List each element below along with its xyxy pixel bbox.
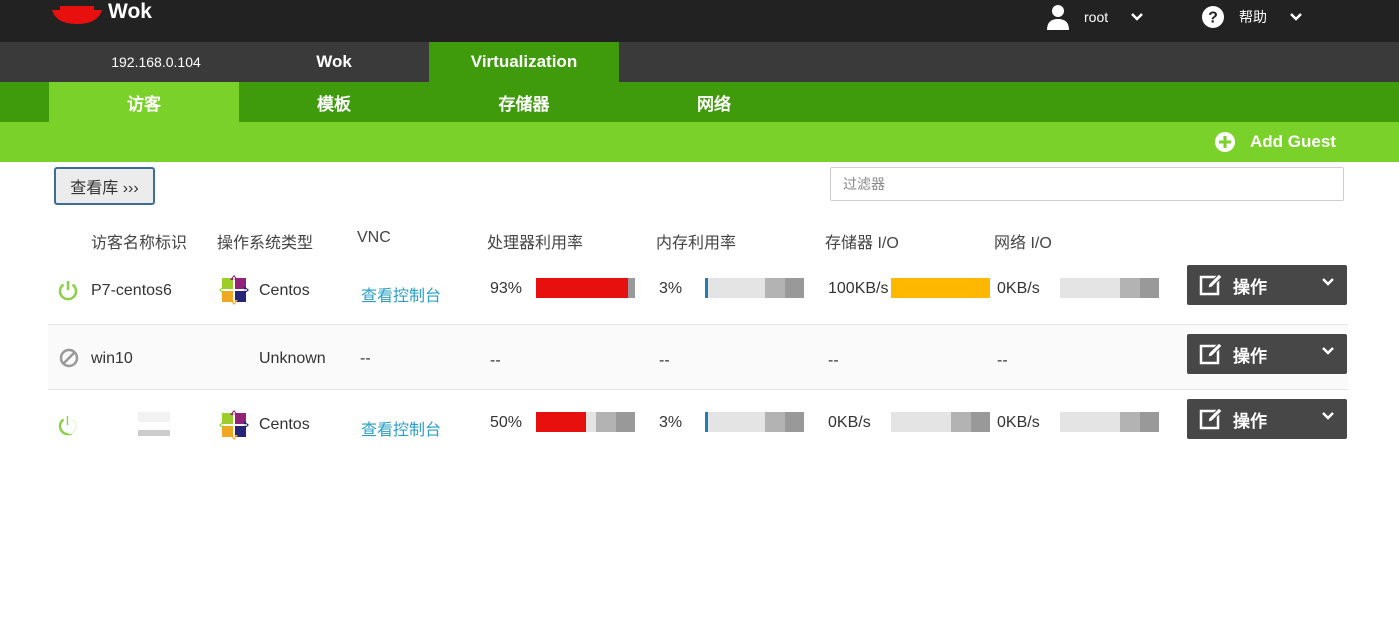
header-os-type[interactable]: 操作系统类型: [217, 229, 313, 253]
storage-io-value: --: [828, 352, 839, 369]
os-type: Centos: [259, 282, 310, 299]
add-guest-button[interactable]: Add Guest: [1214, 122, 1336, 162]
guest-name[interactable]: win10: [91, 350, 133, 368]
guest-name[interactable]: P7-centos6: [91, 282, 172, 300]
memory-value: 3%: [659, 280, 683, 297]
tab-guests[interactable]: 访客: [49, 82, 239, 122]
plus-circle-icon: [1215, 132, 1235, 152]
table-row: Centos 查看控制台 50% 3% 0KB/s 0KB/s 操作: [48, 392, 1348, 458]
action-bar: Add Guest: [0, 122, 1399, 162]
cpu-value: 50%: [490, 414, 523, 431]
wok-logo[interactable]: Wok: [52, 0, 152, 26]
cpu-bar: [536, 412, 635, 432]
edit-icon: [1199, 273, 1223, 296]
chevron-down-icon: [1290, 13, 1302, 21]
network-io-bar: [1060, 412, 1159, 432]
help-menu[interactable]: ? 帮助: [1201, 4, 1303, 30]
memory-value: 3%: [659, 414, 683, 431]
tab-network[interactable]: 网络: [619, 82, 809, 122]
network-io-value: 0KB/s: [997, 280, 1040, 297]
cpu-value: 93%: [490, 280, 523, 297]
top-bar: Wok root ? 帮助: [0, 0, 1399, 42]
redaction-block: [138, 412, 170, 422]
actions-label: 操作: [1233, 411, 1267, 431]
user-icon: [1047, 5, 1069, 30]
chevron-down-icon: [1322, 412, 1334, 420]
vnc-console-link: --: [360, 350, 371, 367]
network-io-value: 0KB/s: [997, 414, 1040, 431]
header-cpu[interactable]: 处理器利用率: [487, 229, 583, 253]
edit-icon: [1199, 407, 1223, 430]
cpu-bar-fill: [536, 412, 586, 432]
cpu-bar: [536, 278, 635, 298]
redaction-block: [138, 430, 170, 436]
filter-input[interactable]: [830, 167, 1344, 201]
storage-io-value: 0KB/s: [828, 414, 871, 431]
app-name: Wok: [108, 0, 152, 23]
help-label: 帮助: [1239, 9, 1267, 25]
stopped-icon: [59, 348, 79, 368]
tab-virtualization[interactable]: Virtualization: [429, 42, 619, 82]
help-circle-icon: ?: [1202, 6, 1224, 28]
header-guest-name[interactable]: 访客名称标识: [91, 229, 187, 253]
header-storage-io[interactable]: 存储器 I/O: [825, 229, 899, 253]
table-row: P7-centos6 Centos 查看控制台 93% 3% 100KB/s 0…: [48, 258, 1348, 324]
edit-icon: [1199, 342, 1223, 365]
storage-io-bar-fill: [891, 278, 990, 298]
vnc-console-link[interactable]: 查看控制台: [361, 282, 441, 306]
wok-logo-icon: [52, 6, 102, 24]
memory-value: --: [659, 352, 670, 369]
user-menu[interactable]: root: [1046, 4, 1144, 30]
header-network-io[interactable]: 网络 I/O: [994, 229, 1052, 253]
storage-io-value: 100KB/s: [828, 280, 889, 297]
redaction-block: [68, 408, 104, 434]
storage-io-bar: [891, 412, 990, 432]
memory-bar: [705, 412, 804, 432]
tab-storage[interactable]: 存储器: [429, 82, 619, 122]
cpu-value: --: [490, 352, 501, 369]
chevron-down-icon: [1322, 347, 1334, 355]
vnc-console-link[interactable]: 查看控制台: [361, 416, 441, 440]
centos-logo-icon: [219, 275, 249, 305]
tab-templates[interactable]: 模板: [239, 82, 429, 122]
network-io-value: --: [997, 352, 1008, 369]
svg-text:?: ?: [1208, 10, 1218, 27]
storage-io-bar: [891, 278, 990, 298]
centos-logo-icon: [219, 410, 249, 440]
cpu-bar-fill: [536, 278, 628, 298]
memory-bar: [705, 278, 804, 298]
actions-menu-button[interactable]: 操作: [1187, 334, 1347, 374]
memory-bar-fill: [705, 412, 708, 432]
header-memory[interactable]: 内存利用率: [656, 229, 736, 253]
chevron-down-icon: [1131, 13, 1144, 21]
sub-tab-bar: 访客 模板 存储器 网络: [0, 82, 1399, 122]
header-vnc[interactable]: VNC: [357, 229, 391, 247]
actions-menu-button[interactable]: 操作: [1187, 265, 1347, 305]
actions-menu-button[interactable]: 操作: [1187, 399, 1347, 439]
os-type: Centos: [259, 416, 310, 433]
memory-bar-fill: [705, 278, 708, 298]
chevron-down-icon: [1322, 278, 1334, 286]
tab-host-ip[interactable]: 192.168.0.104: [61, 42, 251, 82]
power-on-icon[interactable]: [57, 279, 79, 301]
actions-label: 操作: [1233, 277, 1267, 297]
user-name: root: [1084, 9, 1109, 25]
network-io-bar: [1060, 278, 1159, 298]
add-guest-label: Add Guest: [1250, 132, 1336, 151]
host-tab-bar: 192.168.0.104 Wok Virtualization: [0, 42, 1399, 82]
table-row: win10 Unknown -- -- -- -- -- 操作: [48, 324, 1348, 390]
tab-wok[interactable]: Wok: [239, 42, 429, 82]
actions-label: 操作: [1233, 346, 1267, 366]
os-type: Unknown: [259, 350, 326, 367]
gallery-button[interactable]: 查看库 ›››: [54, 167, 155, 205]
